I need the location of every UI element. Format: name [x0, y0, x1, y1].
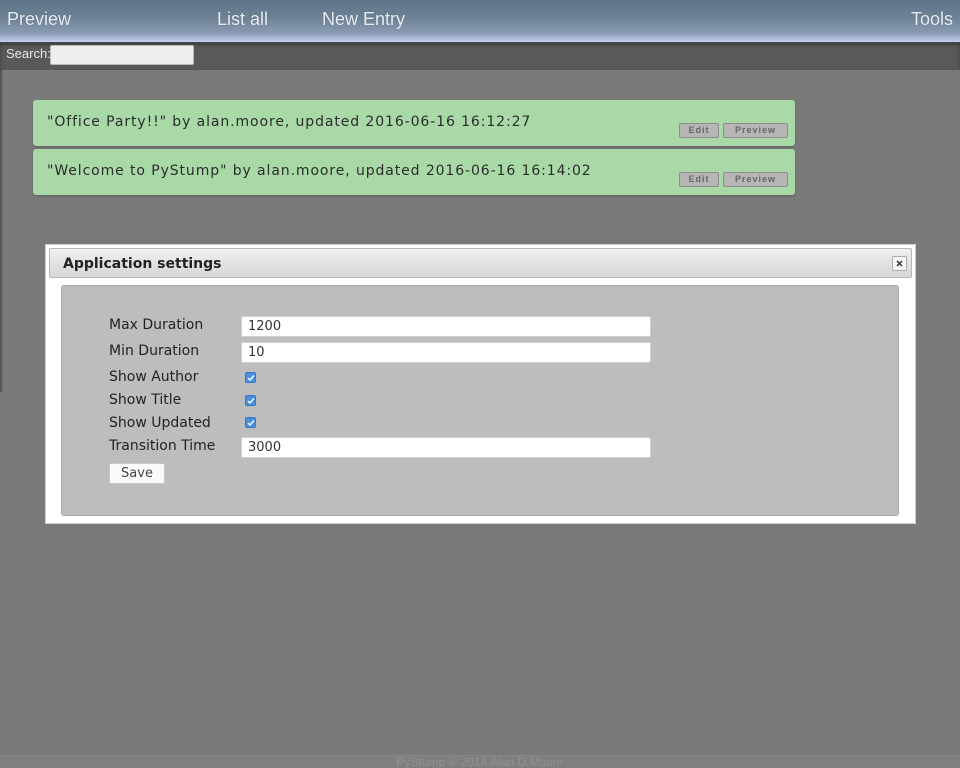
- dialog-header[interactable]: Application settings: [49, 248, 912, 278]
- search-input[interactable]: [50, 45, 194, 65]
- nav-preview-link[interactable]: Preview: [7, 9, 71, 30]
- max-duration-label: Max Duration: [109, 317, 204, 333]
- show-author-label: Show Author: [109, 369, 199, 385]
- footer: PyStump © 2014 Alan D.Moore: [0, 755, 960, 768]
- settings-form: Max Duration Min Duration Show Author Sh…: [61, 285, 899, 516]
- side-panel-edge: [0, 70, 3, 392]
- show-title-checkbox[interactable]: [245, 395, 256, 406]
- nav-tools-link[interactable]: Tools: [911, 9, 953, 30]
- preview-button[interactable]: Preview: [723, 172, 788, 187]
- entry-title[interactable]: "Office Party!!" by alan.moore, updated …: [47, 114, 531, 130]
- nav-list-all-link[interactable]: List all: [217, 9, 268, 30]
- show-author-checkbox[interactable]: [245, 372, 256, 383]
- entry-row: "Office Party!!" by alan.moore, updated …: [33, 100, 795, 146]
- settings-dialog: Application settings Max Duration Min Du…: [45, 244, 916, 524]
- entry-title[interactable]: "Welcome to PyStump" by alan.moore, upda…: [47, 163, 592, 179]
- close-icon[interactable]: [892, 256, 907, 271]
- top-navigation-bar: Preview List all New Entry Tools: [0, 0, 960, 43]
- min-duration-label: Min Duration: [109, 343, 200, 359]
- min-duration-input[interactable]: [241, 342, 651, 363]
- transition-time-label: Transition Time: [109, 438, 216, 454]
- dialog-title: Application settings: [63, 256, 222, 272]
- show-title-label: Show Title: [109, 392, 182, 408]
- search-label: Search:: [6, 46, 51, 61]
- entry-row: "Welcome to PyStump" by alan.moore, upda…: [33, 149, 795, 195]
- search-bar: Search:: [0, 43, 960, 70]
- nav-new-entry-link[interactable]: New Entry: [322, 9, 405, 30]
- preview-button[interactable]: Preview: [723, 123, 788, 138]
- edit-button[interactable]: Edit: [679, 172, 719, 187]
- max-duration-input[interactable]: [241, 316, 651, 337]
- show-updated-checkbox[interactable]: [245, 417, 256, 428]
- edit-button[interactable]: Edit: [679, 123, 719, 138]
- show-updated-label: Show Updated: [109, 415, 211, 431]
- transition-time-input[interactable]: [241, 437, 651, 458]
- save-button[interactable]: Save: [109, 463, 165, 484]
